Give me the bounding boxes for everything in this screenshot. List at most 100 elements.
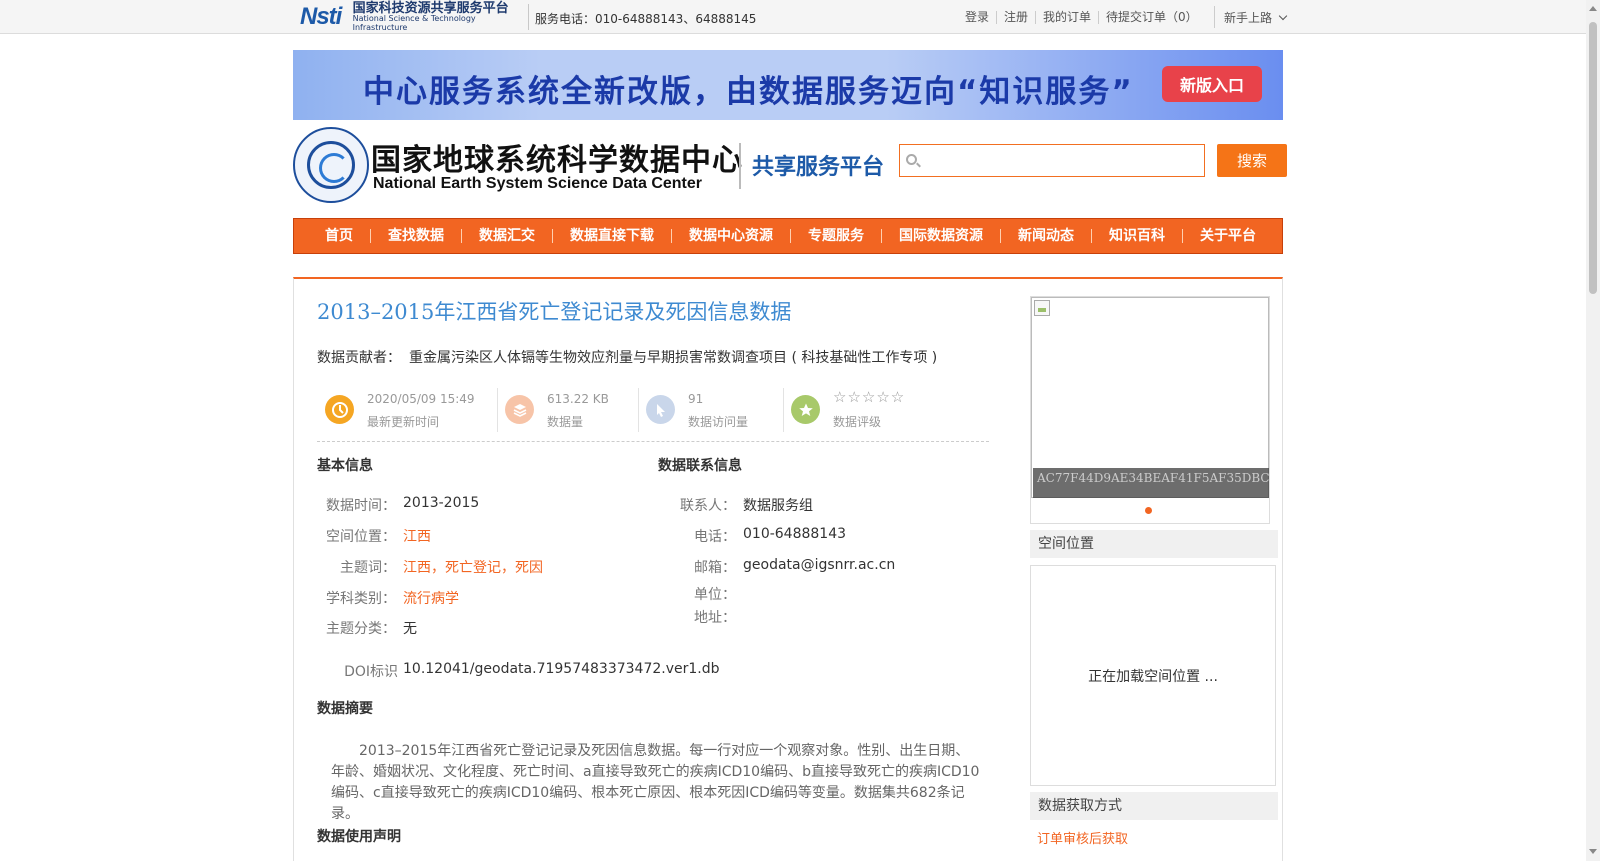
location-label: 空间位置： [326, 529, 396, 545]
size-label: 数据量 [547, 415, 584, 429]
nav-direct-download[interactable]: 数据直接下载 [552, 229, 671, 243]
my-orders-link[interactable]: 我的订单 [1035, 11, 1098, 24]
category-label: 主题分类： [326, 621, 396, 637]
visits-label: 数据访问量 [688, 415, 749, 429]
nav-topic-services[interactable]: 专题服务 [790, 229, 881, 243]
contact-unit-label: 单位： [694, 587, 736, 603]
page-scrollbar[interactable] [1586, 0, 1600, 861]
search-button[interactable]: 搜索 [1217, 144, 1287, 177]
spatial-heading: 空间位置 [1030, 530, 1278, 558]
nsti-logo[interactable]: Nsti 国家科技资源共享服务平台 National Science & Tec… [300, 2, 522, 32]
contact-email-label: 邮箱： [694, 560, 736, 576]
nav-about[interactable]: 关于平台 [1182, 229, 1273, 243]
category-value: 无 [403, 621, 417, 637]
contact-email-value[interactable]: geodata@igsnrr.ac.cn [743, 557, 895, 573]
nav-encyclopedia[interactable]: 知识百科 [1091, 229, 1182, 243]
keywords-link[interactable]: 江西，死亡登记，死因 [403, 557, 543, 577]
search-input[interactable] [924, 149, 1200, 173]
nav-home[interactable]: 首页 [308, 229, 370, 243]
nav-data-submission[interactable]: 数据汇交 [461, 229, 552, 243]
banner-text: 中心服务系统全新改版，由数据服务迈向“知识服务” [363, 74, 1134, 110]
stat-size: 613.22 KB 数据量 [497, 386, 637, 434]
data-center-emblem-icon[interactable] [293, 127, 369, 203]
dataset-stats: 2020/05/09 15:49 最新更新时间 613.22 KB 数据量 91… [317, 386, 989, 442]
access-heading: 数据获取方式 [1030, 792, 1278, 820]
nav-news[interactable]: 新闻动态 [1000, 229, 1091, 243]
slider-dot[interactable] [1145, 507, 1152, 514]
updated-value: 2020/05/09 15:49 [367, 392, 475, 406]
nav-find-data[interactable]: 查找数据 [370, 229, 461, 243]
updated-label: 最新更新时间 [367, 415, 440, 429]
platform-name: 共享服务平台 [752, 155, 885, 180]
discipline-link[interactable]: 流行病学 [403, 588, 459, 608]
contact-person-value: 数据服务组 [743, 498, 813, 514]
slide-image[interactable]: AC77F44D9AE34BEAF41F5AF35DBCCC5 [1031, 297, 1269, 498]
nav-center-resources[interactable]: 数据中心资源 [671, 229, 790, 243]
cursor-icon [646, 395, 675, 424]
search-box[interactable] [899, 144, 1205, 177]
contact-address-label: 地址： [694, 610, 736, 626]
rating-stars-icon[interactable]: ☆☆☆☆☆ [833, 388, 905, 406]
dataset-contributor: 数据贡献者： 重金属污染区人体镉等生物效应剂量与早期损害常数调查项目 ( 科技基础… [317, 347, 937, 367]
nsti-logo-en: National Science & Technology Infrastruc… [352, 14, 476, 32]
image-slider[interactable]: AC77F44D9AE34BEAF41F5AF35DBCCC5 [1030, 296, 1270, 524]
keywords-label: 主题词： [340, 560, 396, 576]
scroll-up-arrow-icon[interactable] [1589, 6, 1597, 11]
dataset-title: 2013–2015年江西省死亡登记记录及死因信息数据 [317, 300, 792, 324]
size-value: 613.22 KB [547, 392, 609, 406]
clock-icon [325, 395, 354, 424]
contact-person-label: 联系人： [680, 498, 736, 514]
discipline-label: 学科类别： [326, 591, 396, 607]
rating-label: 数据评级 [833, 415, 882, 429]
search-icon [906, 154, 917, 165]
visits-value: 91 [688, 392, 704, 406]
scrollbar-thumb[interactable] [1589, 22, 1597, 294]
access-method-link[interactable]: 订单审核后获取 [1037, 828, 1128, 847]
site-header: 国家地球系统科学数据中心 National Earth System Scien… [293, 127, 1287, 203]
contributor-value: 重金属污染区人体镉等生物效应剂量与早期损害常数调查项目 ( 科技基础性工作专项 … [409, 350, 938, 366]
nsti-logo-mark: Nsti [300, 3, 342, 30]
stat-visits: 91 数据访问量 [638, 386, 782, 434]
scroll-down-arrow-icon[interactable] [1589, 849, 1597, 854]
location-link[interactable]: 江西 [403, 526, 431, 546]
usage-heading: 数据使用声明 [317, 829, 401, 845]
stat-updated: 2020/05/09 15:49 最新更新时间 [317, 386, 497, 434]
doi-value[interactable]: 10.12041/geodata.71957483373472.ver1.db [403, 661, 720, 677]
announcement-banner[interactable]: 中心服务系统全新改版，由数据服务迈向“知识服务” 新版入口 [293, 50, 1283, 120]
broken-image-icon [1034, 300, 1050, 316]
org-name-en: National Earth System Science Data Cente… [373, 175, 703, 192]
topbar-divider [528, 4, 529, 30]
stat-rating: ☆☆☆☆☆ 数据评级 [783, 386, 983, 434]
new-version-button[interactable]: 新版入口 [1162, 66, 1262, 102]
nav-international-data[interactable]: 国际数据资源 [881, 229, 1000, 243]
service-phone: 服务电话：010-64888143、64888145 [535, 12, 757, 26]
basic-info-heading: 基本信息 [317, 458, 373, 474]
chevron-down-icon [1278, 11, 1288, 20]
nsti-logo-cn: 国家科技资源共享服务平台 [352, 0, 509, 16]
contact-info-heading: 数据联系信息 [658, 458, 742, 474]
map-loading-text: 正在加载空间位置 ... [1088, 668, 1218, 685]
slide-caption: AC77F44D9AE34BEAF41F5AF35DBCCC5 [1033, 468, 1269, 498]
contact-phone-label: 电话： [694, 529, 736, 545]
star-badge-icon [791, 395, 820, 424]
contributor-label: 数据贡献者： [317, 350, 401, 366]
contact-phone-value: 010-64888143 [743, 526, 847, 542]
abstract-heading: 数据摘要 [317, 701, 373, 717]
doi-label: DOI标识 [344, 664, 398, 680]
main-nav: 首页 查找数据 数据汇交 数据直接下载 数据中心资源 专题服务 国际数据资源 新… [293, 218, 1283, 254]
time-label: 数据时间： [326, 498, 396, 514]
layers-icon [505, 395, 534, 424]
header-divider [739, 143, 741, 189]
time-value: 2013-2015 [403, 495, 480, 511]
account-links: 登录 注册 我的订单 待提交订单（0） [958, 11, 1205, 24]
abstract-text: 2013–2015年江西省死亡登记记录及死因信息数据。每一行对应一个观察对象。性… [331, 743, 980, 822]
newbie-guide-dropdown[interactable]: 新手上路 [1214, 6, 1288, 28]
pending-orders-link[interactable]: 待提交订单（0） [1098, 11, 1205, 24]
org-name-cn: 国家地球系统科学数据中心 [371, 143, 743, 178]
nsti-logo-text: 国家科技资源共享服务平台 National Science & Technolo… [353, 2, 522, 32]
newbie-guide-label: 新手上路 [1224, 10, 1273, 25]
top-bar: Nsti 国家科技资源共享服务平台 National Science & Tec… [0, 0, 1586, 34]
register-link[interactable]: 注册 [996, 11, 1035, 24]
spatial-map[interactable]: 正在加载空间位置 ... [1030, 565, 1276, 786]
login-link[interactable]: 登录 [958, 11, 996, 24]
